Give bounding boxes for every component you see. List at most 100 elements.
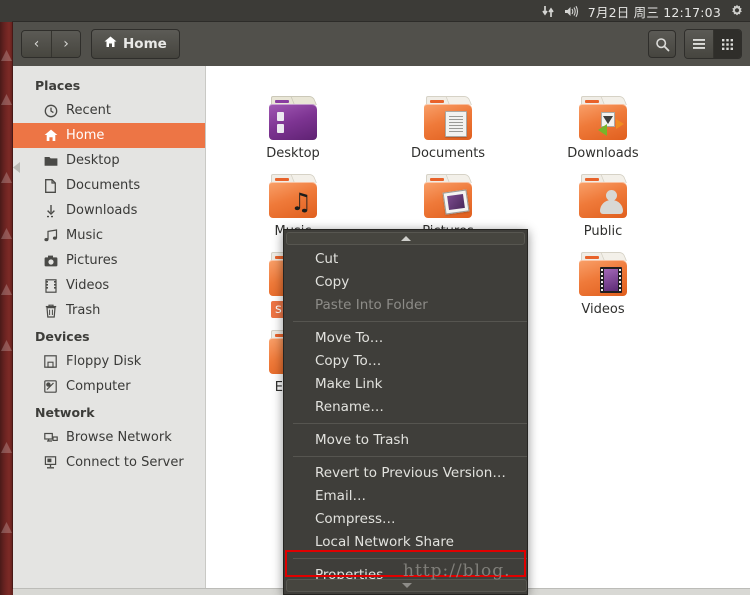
downloads-folder-icon [542,82,664,140]
navigation-buttons: ‹ › [21,30,81,58]
sidebar-item-label: Home [66,128,105,143]
file-item-label: Videos [581,302,625,317]
sidebar-item-videos[interactable]: Videos [13,273,205,298]
menu-item-rename[interactable]: Rename… [284,395,527,418]
watermark: http://blog. [403,561,511,581]
sidebar-item-downloads[interactable]: Downloads [13,198,205,223]
sidebar-item-label: Recent [66,103,111,118]
sidebar: Places Recent Home Desktop Documents Dow… [13,66,206,588]
sidebar-section-title: Devices [35,329,90,344]
unity-top-panel: 7月2日 周三 12:17:03 [0,0,750,22]
volume-icon[interactable] [564,5,579,18]
sidebar-item-floppy-disk[interactable]: Floppy Disk [13,349,205,374]
floppy-icon [43,354,58,369]
file-item-videos[interactable]: Videos [542,238,664,318]
sidebar-item-recent[interactable]: Recent [13,98,205,123]
gear-icon[interactable] [730,4,744,18]
unity-launcher[interactable] [0,22,13,595]
breadcrumb-home-button[interactable]: Home [91,29,180,59]
desktop-folder-icon [232,82,354,140]
sidebar-item-label: Videos [66,278,110,293]
menu-item-revert-to-previous-version[interactable]: Revert to Previous Version… [284,461,527,484]
sidebar-section-title: Network [35,405,95,420]
menu-item-make-link[interactable]: Make Link [284,372,527,395]
launcher-item[interactable] [1,50,12,61]
menu-separator [293,456,527,457]
download-icon [43,203,58,218]
scroll-up-arrow-icon[interactable] [286,232,525,245]
network-icon [43,430,58,445]
sidebar-item-documents[interactable]: Documents [13,173,205,198]
music-folder-icon: ♫ [232,160,354,218]
sidebar-item-music[interactable]: Music [13,223,205,248]
launcher-item[interactable] [1,228,12,239]
file-item-pictures[interactable]: Pictures [387,160,509,240]
context-menu[interactable]: Cut Copy Paste Into Folder Move To… Copy… [283,229,528,595]
documents-folder-icon [387,82,509,140]
menu-item-copy-to[interactable]: Copy To… [284,349,527,372]
server-icon [43,455,58,470]
launcher-item[interactable] [1,94,12,105]
sidebar-item-trash[interactable]: Trash [13,298,205,323]
public-folder-icon [542,160,664,218]
sidebar-item-computer[interactable]: Computer [13,374,205,399]
menu-item-local-network-share[interactable]: Local Network Share [284,530,527,553]
breadcrumb-home-label: Home [123,36,167,52]
hamburger-menu-icon[interactable] [685,30,713,58]
sidebar-item-label: Computer [66,379,131,394]
toolbar-right-group [648,29,742,59]
sidebar-item-label: Pictures [66,253,118,268]
file-item-documents[interactable]: Documents [387,82,509,162]
menu-item-copy[interactable]: Copy [284,270,527,293]
menu-item-move-to-trash[interactable]: Move to Trash [284,428,527,451]
sidebar-item-label: Browse Network [66,430,172,445]
sidebar-item-label: Connect to Server [66,455,184,470]
sidebar-item-label: Floppy Disk [66,354,142,369]
document-icon [43,178,58,193]
network-updown-icon[interactable] [542,5,555,18]
sidebar-item-pictures[interactable]: Pictures [13,248,205,273]
computer-icon [43,379,58,394]
film-icon [43,278,58,293]
menu-item-compress[interactable]: Compress… [284,507,527,530]
sidebar-item-browse-network[interactable]: Browse Network [13,425,205,450]
sidebar-section-title: Places [35,78,81,93]
sidebar-item-label: Trash [66,303,101,318]
forward-button[interactable]: › [51,31,80,57]
pictures-folder-icon [387,160,509,218]
folder-icon [43,153,58,168]
clock[interactable]: 7月2日 周三 12:17:03 [588,2,721,21]
music-icon [43,228,58,243]
view-toggle-group [684,29,742,59]
sidebar-item-label: Documents [66,178,141,193]
file-manager-toolbar: ‹ › Home [13,22,750,66]
sidebar-item-desktop[interactable]: Desktop [13,148,205,173]
videos-folder-icon [542,238,664,296]
sidebar-item-label: Downloads [66,203,138,218]
launcher-item[interactable] [1,442,12,453]
sidebar-item-label: Music [66,228,103,243]
trash-icon [43,303,58,318]
camera-icon [43,253,58,268]
menu-item-email[interactable]: Email… [284,484,527,507]
launcher-item[interactable] [1,284,12,295]
file-item-downloads[interactable]: Downloads [542,82,664,162]
sidebar-item-connect-to-server[interactable]: Connect to Server [13,450,205,475]
sidebar-item-label: Desktop [66,153,120,168]
menu-separator [293,423,527,424]
menu-item-move-to[interactable]: Move To… [284,326,527,349]
launcher-item[interactable] [1,522,12,533]
file-item-desktop[interactable]: Desktop [232,82,354,162]
launcher-item[interactable] [1,340,12,351]
menu-item-cut[interactable]: Cut [284,247,527,270]
file-item-public[interactable]: Public [542,160,664,240]
search-icon[interactable] [648,30,676,58]
sidebar-item-home[interactable]: Home [13,123,205,148]
grid-view-icon[interactable] [713,30,741,58]
home-icon [104,36,117,52]
clock-icon [43,103,58,118]
menu-separator [293,321,527,322]
launcher-item[interactable] [1,172,12,183]
back-button[interactable]: ‹ [22,31,51,57]
file-item-music[interactable]: ♫ Music [232,160,354,240]
